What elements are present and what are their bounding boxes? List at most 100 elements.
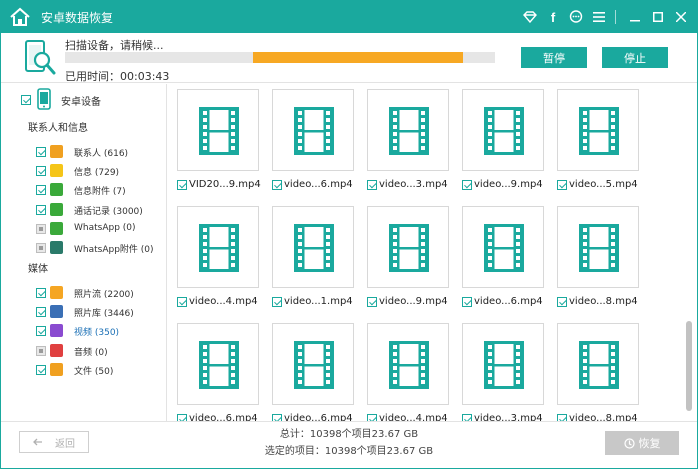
sidebar-item-checkbox[interactable]	[36, 166, 46, 176]
close-icon[interactable]	[671, 7, 691, 27]
sidebar-item-checkbox[interactable]	[36, 147, 46, 157]
video-item[interactable]: video...9.mp4	[462, 89, 544, 199]
sidebar-item-checkbox[interactable]	[36, 224, 46, 234]
sidebar-section-title: 媒体	[28, 264, 48, 275]
video-thumbnail[interactable]	[177, 89, 259, 171]
video-checkbox[interactable]	[177, 180, 187, 190]
sidebar-item-label[interactable]: 视频 (350)	[74, 325, 119, 338]
video-item[interactable]: video...6.mp4	[177, 323, 259, 421]
video-thumbnail[interactable]	[367, 206, 449, 288]
video-filename: video...6.mp4	[474, 296, 543, 307]
video-item[interactable]: video...6.mp4	[272, 323, 354, 421]
video-filename: video...8.mp4	[569, 413, 638, 421]
sidebar-item-label[interactable]: 音频 (0)	[74, 345, 108, 358]
video-checkbox[interactable]	[272, 297, 282, 307]
facebook-icon[interactable]: f	[543, 7, 563, 27]
maximize-icon[interactable]	[648, 7, 668, 27]
sidebar-item-label[interactable]: 文件 (50)	[74, 364, 113, 377]
sidebar-item-label[interactable]: 联系人 (616)	[74, 146, 128, 159]
sidebar-item-checkbox[interactable]	[36, 307, 46, 317]
minimize-icon[interactable]	[625, 7, 645, 27]
message-attachment-icon	[50, 183, 63, 196]
recover-button[interactable]: 恢复	[605, 431, 679, 455]
sidebar-item-label[interactable]: WhatsApp (0)	[74, 223, 136, 233]
sidebar-item-label[interactable]: 照片流 (2200)	[74, 287, 134, 300]
video-thumbnail[interactable]	[272, 206, 354, 288]
video-checkbox[interactable]	[557, 180, 567, 190]
video-checkbox[interactable]	[462, 414, 472, 421]
video-item[interactable]: video...6.mp4	[462, 206, 544, 316]
video-thumbnail[interactable]	[272, 89, 354, 171]
sidebar-section-title: 联系人和信息	[28, 123, 88, 134]
video-item[interactable]: video...5.mp4	[557, 89, 639, 199]
selected-summary: 选定的项目：10398个项目23.67 GB	[264, 446, 434, 457]
diamond-icon[interactable]	[520, 7, 540, 27]
video-thumbnail[interactable]	[367, 89, 449, 171]
video-thumbnail[interactable]	[462, 206, 544, 288]
whatsapp-attachment-icon	[50, 241, 63, 254]
grid-scrollbar-thumb[interactable]	[686, 321, 692, 411]
video-checkbox[interactable]	[177, 297, 187, 307]
video-checkbox[interactable]	[462, 297, 472, 307]
video-item[interactable]: video...8.mp4	[557, 323, 639, 421]
scan-progress-bar	[65, 52, 495, 63]
video-filename: VID20...9.mp4	[189, 179, 261, 190]
video-thumbnail[interactable]	[462, 89, 544, 171]
chat-icon[interactable]	[566, 7, 586, 27]
app-window: 安卓数据恢复 f 扫描设备，请稍候... 已用时间：00:03:43 暂停 停止…	[0, 0, 698, 469]
video-checkbox[interactable]	[177, 414, 187, 421]
sidebar-item-label[interactable]: 信息 (729)	[74, 165, 119, 178]
video-item[interactable]: video...8.mp4	[557, 206, 639, 316]
video-item[interactable]: video...1.mp4	[272, 206, 354, 316]
device-label: 安卓设备	[61, 97, 101, 108]
device-checkbox[interactable]	[21, 95, 31, 105]
sidebar-item-label[interactable]: WhatsApp附件 (0)	[74, 242, 154, 255]
video-thumbnail[interactable]	[177, 206, 259, 288]
video-checkbox[interactable]	[272, 180, 282, 190]
video-item[interactable]: video...3.mp4	[462, 323, 544, 421]
menu-icon[interactable]	[589, 7, 609, 27]
video-checkbox[interactable]	[367, 414, 377, 421]
sidebar-item-checkbox[interactable]	[36, 346, 46, 356]
video-thumbnail[interactable]	[177, 323, 259, 405]
video-item[interactable]: video...4.mp4	[367, 323, 449, 421]
video-checkbox[interactable]	[272, 414, 282, 421]
recover-button-label: 恢复	[638, 437, 661, 450]
video-checkbox[interactable]	[462, 180, 472, 190]
sidebar-item-checkbox[interactable]	[36, 365, 46, 375]
video-thumbnail[interactable]	[557, 206, 639, 288]
video-filename: video...4.mp4	[189, 296, 258, 307]
sidebar-item-checkbox[interactable]	[36, 243, 46, 253]
video-filename: video...4.mp4	[379, 413, 448, 421]
video-item[interactable]: video...4.mp4	[177, 206, 259, 316]
video-item[interactable]: video...3.mp4	[367, 89, 449, 199]
elapsed-time: 已用时间：00:03:43	[65, 70, 170, 83]
video-checkbox[interactable]	[367, 297, 377, 307]
video-item[interactable]: VID20...9.mp4	[177, 89, 261, 199]
sidebar-item-checkbox[interactable]	[36, 288, 46, 298]
video-grid: VID20...9.mp4 video...6.mp4 video...3.mp4 v…	[168, 84, 682, 421]
sidebar-item-label[interactable]: 照片库 (3446)	[74, 306, 134, 319]
video-thumbnail[interactable]	[557, 89, 639, 171]
sidebar-item-checkbox[interactable]	[36, 205, 46, 215]
video-thumbnail[interactable]	[272, 323, 354, 405]
video-item[interactable]: video...6.mp4	[272, 89, 354, 199]
video-checkbox[interactable]	[557, 414, 567, 421]
home-icon[interactable]	[9, 6, 31, 28]
video-thumbnail[interactable]	[367, 323, 449, 405]
video-checkbox[interactable]	[557, 297, 567, 307]
pause-button[interactable]: 暂停	[521, 47, 587, 68]
video-checkbox[interactable]	[367, 180, 377, 190]
sidebar-item-checkbox[interactable]	[36, 326, 46, 336]
sidebar-item-label[interactable]: 信息附件 (7)	[74, 184, 126, 197]
contacts-icon	[50, 145, 63, 158]
video-icon	[50, 324, 63, 337]
video-thumbnail[interactable]	[557, 323, 639, 405]
sidebar-item-checkbox[interactable]	[36, 185, 46, 195]
video-item[interactable]: video...9.mp4	[367, 206, 449, 316]
stop-button[interactable]: 停止	[602, 47, 668, 68]
sidebar-item-label[interactable]: 通话记录 (3000)	[74, 204, 143, 217]
video-filename: video...9.mp4	[474, 179, 543, 190]
video-filename: video...6.mp4	[284, 179, 353, 190]
video-thumbnail[interactable]	[462, 323, 544, 405]
